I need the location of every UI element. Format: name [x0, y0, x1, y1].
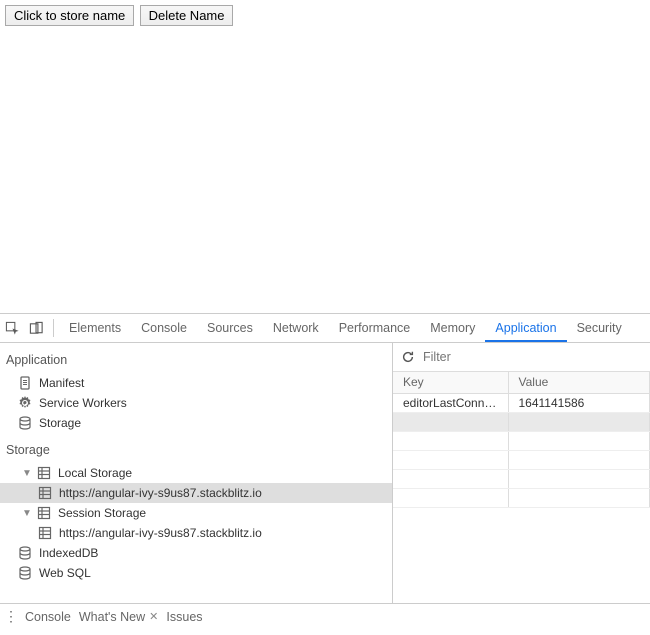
- application-sidebar[interactable]: Application Manifest Service Workers Sto…: [0, 343, 393, 603]
- storage-table: Key Value editorLastConnec... 1641141586: [393, 372, 650, 508]
- toggle-device-toolbar-icon[interactable]: [24, 314, 48, 342]
- indexeddb-label: IndexedDB: [39, 546, 98, 560]
- devtools: Elements Console Sources Network Perform…: [0, 313, 650, 629]
- tab-elements[interactable]: Elements: [59, 314, 131, 342]
- storage-overview-label: Storage: [39, 416, 81, 430]
- table-row[interactable]: [393, 469, 650, 488]
- tab-performance[interactable]: Performance: [329, 314, 421, 342]
- tab-memory[interactable]: Memory: [420, 314, 485, 342]
- sidebar-item-local-storage[interactable]: ▼ Local Storage: [0, 463, 392, 483]
- session-storage-origin-label: https://angular-ivy-s9us87.stackblitz.io: [59, 526, 262, 540]
- refresh-icon[interactable]: [401, 350, 415, 364]
- chevron-down-icon: ▼: [22, 508, 30, 519]
- separator: [53, 319, 54, 337]
- devtools-tabbar: Elements Console Sources Network Perform…: [0, 314, 650, 343]
- cell-value: 1641141586: [508, 393, 650, 412]
- sidebar-item-session-storage-origin[interactable]: https://angular-ivy-s9us87.stackblitz.io: [0, 523, 392, 543]
- tab-console[interactable]: Console: [131, 314, 197, 342]
- tab-security[interactable]: Security: [567, 314, 632, 342]
- local-storage-label: Local Storage: [58, 466, 132, 480]
- service-workers-label: Service Workers: [39, 396, 127, 410]
- sidebar-item-local-storage-origin[interactable]: https://angular-ivy-s9us87.stackblitz.io: [0, 483, 392, 503]
- filter-input[interactable]: [421, 349, 650, 365]
- devtools-drawer: ⋮ Console What's New ✕ Issues: [0, 603, 650, 629]
- inspect-element-icon[interactable]: [0, 314, 24, 342]
- sidebar-item-session-storage[interactable]: ▼ Session Storage: [0, 503, 392, 523]
- sidebar-item-indexeddb[interactable]: IndexedDB: [0, 543, 392, 563]
- database-icon: [18, 416, 32, 430]
- drawer-tab-whatsnew[interactable]: What's New ✕: [79, 610, 159, 624]
- col-value[interactable]: Value: [508, 372, 650, 393]
- tab-network[interactable]: Network: [263, 314, 329, 342]
- tab-application[interactable]: Application: [485, 314, 566, 342]
- table-row[interactable]: [393, 488, 650, 507]
- table-row[interactable]: [393, 412, 650, 431]
- storage-grid-icon: [38, 486, 52, 500]
- local-storage-origin-label: https://angular-ivy-s9us87.stackblitz.io: [59, 486, 262, 500]
- storage-content: Key Value editorLastConnec... 1641141586: [393, 343, 650, 603]
- manifest-label: Manifest: [39, 376, 84, 390]
- websql-label: Web SQL: [39, 566, 91, 580]
- sidebar-item-manifest[interactable]: Manifest: [0, 373, 392, 393]
- cell-key: editorLastConnec...: [393, 393, 508, 412]
- gear-icon: [18, 396, 32, 410]
- storage-grid-icon: [37, 466, 51, 480]
- store-name-button[interactable]: Click to store name: [5, 5, 134, 26]
- table-row[interactable]: [393, 450, 650, 469]
- sidebar-item-websql[interactable]: Web SQL: [0, 563, 392, 583]
- rendered-page: Click to store name Delete Name: [0, 0, 650, 313]
- drawer-whatsnew-label: What's New: [79, 610, 145, 624]
- database-icon: [18, 566, 32, 580]
- close-icon[interactable]: ✕: [149, 610, 158, 623]
- table-row[interactable]: editorLastConnec... 1641141586: [393, 393, 650, 412]
- manifest-icon: [18, 376, 32, 390]
- session-storage-label: Session Storage: [58, 506, 146, 520]
- storage-toolbar: [393, 343, 650, 372]
- drawer-menu-icon[interactable]: ⋮: [4, 608, 17, 625]
- storage-grid-icon: [37, 506, 51, 520]
- tab-sources[interactable]: Sources: [197, 314, 263, 342]
- table-row[interactable]: [393, 431, 650, 450]
- sidebar-item-service-workers[interactable]: Service Workers: [0, 393, 392, 413]
- section-storage-title: Storage: [0, 433, 392, 463]
- database-icon: [18, 546, 32, 560]
- section-application-title: Application: [0, 343, 392, 373]
- storage-grid-icon: [38, 526, 52, 540]
- delete-name-button[interactable]: Delete Name: [140, 5, 234, 26]
- chevron-down-icon: ▼: [22, 468, 30, 479]
- drawer-tab-issues[interactable]: Issues: [166, 610, 202, 624]
- drawer-tab-console[interactable]: Console: [25, 610, 71, 624]
- col-key[interactable]: Key: [393, 372, 508, 393]
- sidebar-item-storage-overview[interactable]: Storage: [0, 413, 392, 433]
